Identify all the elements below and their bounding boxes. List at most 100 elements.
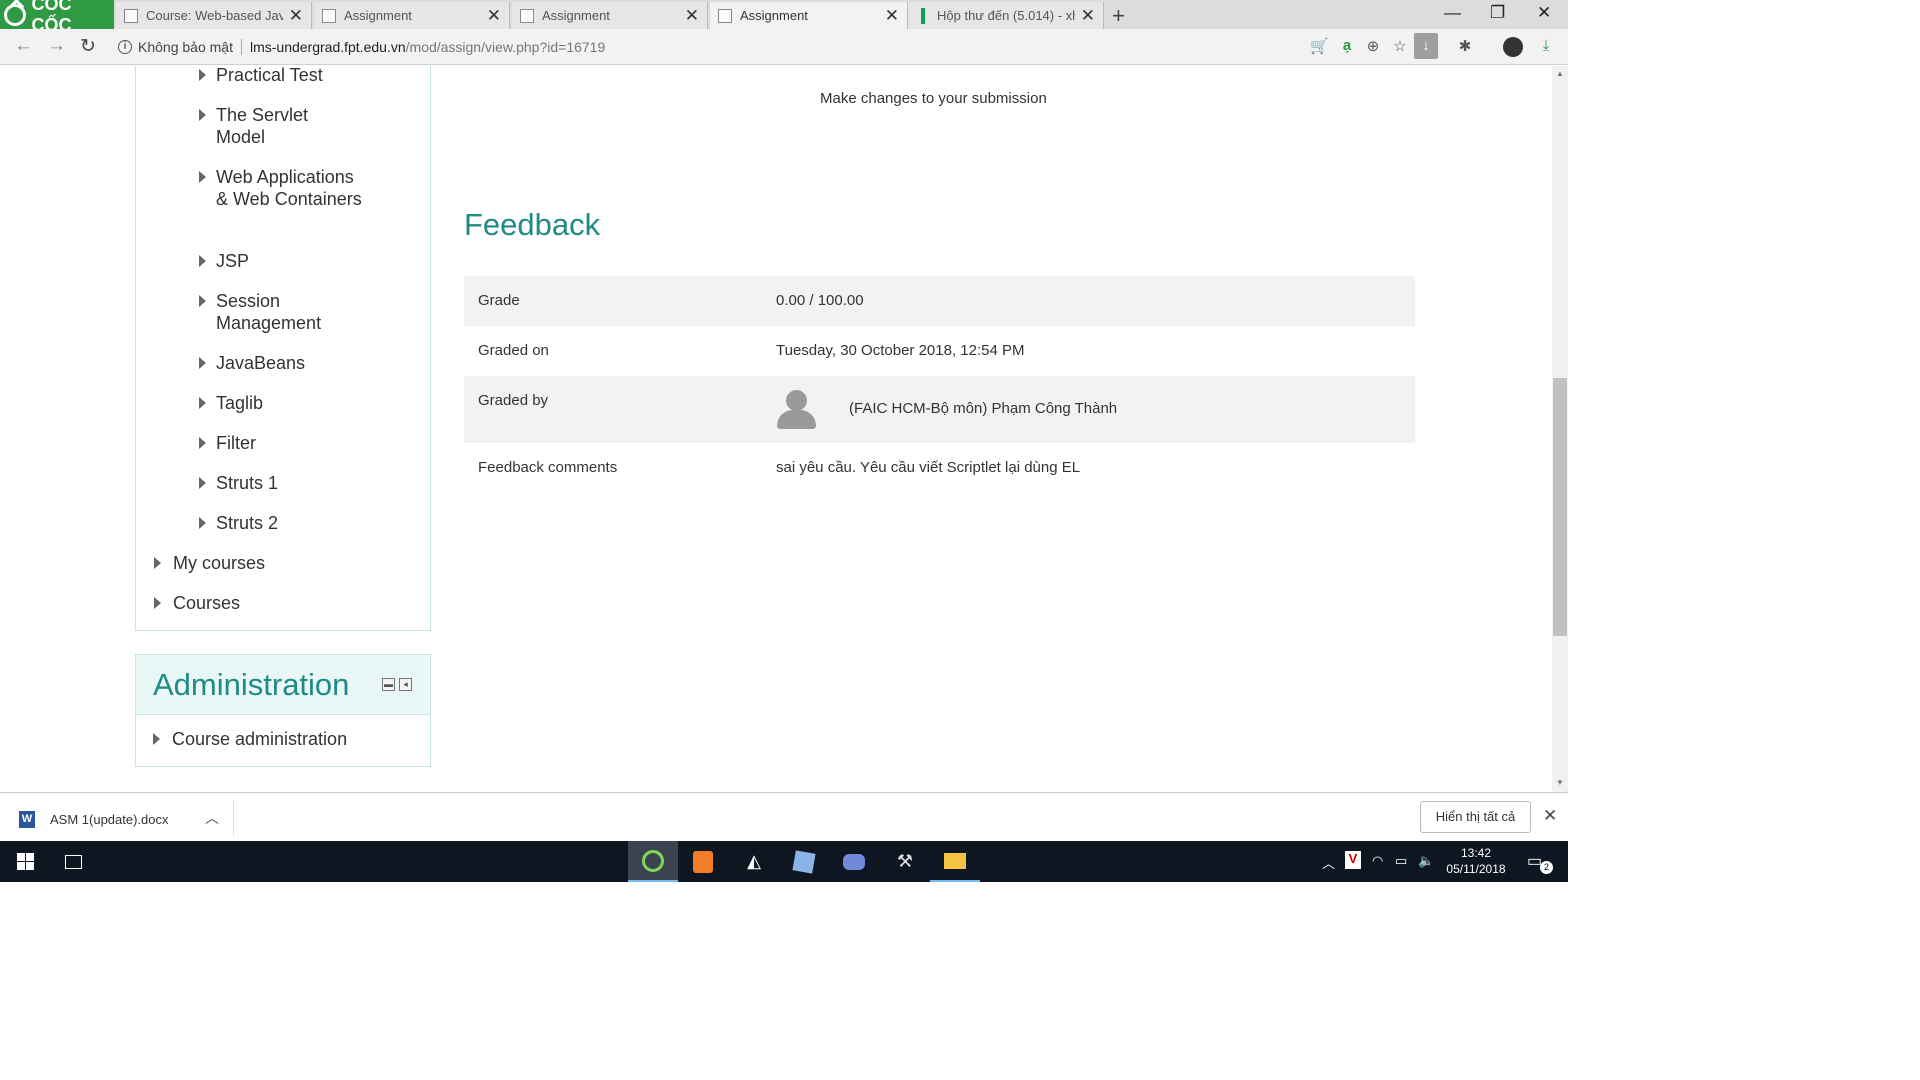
make-changes-submission-link[interactable]: Make changes to your submission <box>820 90 1047 107</box>
expand-triangle-icon[interactable] <box>199 255 206 267</box>
nav-item-label: Filter <box>216 433 256 453</box>
page-content: Practical Test The Servlet Model Web App… <box>0 66 1552 792</box>
nav-item-taglib[interactable]: Taglib <box>199 392 263 414</box>
nav-item-courses[interactable]: Courses <box>154 592 241 614</box>
download-arrow-icon[interactable]: ⤓ <box>1537 37 1555 55</box>
feedback-heading: Feedback <box>464 207 601 242</box>
navigation-block: Practical Test The Servlet Model Web App… <box>135 66 431 631</box>
nav-item-filter[interactable]: Filter <box>199 432 256 454</box>
tab-close-icon[interactable]: ✕ <box>1081 6 1095 26</box>
collapse-block-icon[interactable]: ▬ <box>382 678 395 691</box>
forward-icon[interactable]: → <box>47 35 66 57</box>
taskbar-unity-icon[interactable]: ◭ <box>729 841 779 882</box>
tray-wifi-icon[interactable]: ◠ <box>1372 853 1383 869</box>
download-manager-icon[interactable]: ↓ <box>1414 33 1438 59</box>
taskbar-tools-icon[interactable]: ⚒ <box>880 841 930 882</box>
tab-close-icon[interactable]: ✕ <box>685 6 699 26</box>
extensions-icon[interactable]: ✱ <box>1456 37 1474 55</box>
tray-battery-icon[interactable]: ▭ <box>1395 853 1407 869</box>
bookmark-star-icon[interactable]: ☆ <box>1391 37 1409 55</box>
word-document-icon: W <box>19 811 35 828</box>
taskbar-virtualbox-icon[interactable] <box>779 841 829 882</box>
nav-item-web-applications[interactable]: Web Applications & Web Containers <box>199 166 366 210</box>
task-view-icon[interactable] <box>48 841 98 882</box>
nav-item-label: Courses <box>173 593 241 613</box>
expand-triangle-icon[interactable] <box>199 357 206 369</box>
expand-triangle-icon[interactable] <box>199 397 206 409</box>
expand-triangle-icon[interactable] <box>154 597 161 609</box>
expand-triangle-icon[interactable] <box>199 517 206 529</box>
close-download-bar-icon[interactable]: ✕ <box>1543 806 1557 826</box>
tab-label: Assignment <box>740 8 808 23</box>
taskbar-file-explorer-icon[interactable] <box>930 841 980 882</box>
nav-item-struts-1[interactable]: Struts 1 <box>199 472 278 494</box>
expand-triangle-icon[interactable] <box>199 69 206 81</box>
administration-block: Administration ▬ ◂ Course administration <box>135 654 431 767</box>
nav-item-label: Struts 2 <box>216 513 279 533</box>
scroll-up-icon[interactable]: ▲ <box>1556 69 1564 78</box>
taskbar-clock[interactable]: 13:42 05/11/2018 <box>1441 845 1511 877</box>
dock-block-icon[interactable]: ◂ <box>399 678 412 691</box>
nav-item-servlet-model[interactable]: The Servlet Model <box>199 104 346 148</box>
page-scrollbar[interactable]: ▲ ▼ <box>1552 66 1568 792</box>
grade-label: Grade <box>478 292 520 309</box>
expand-triangle-icon[interactable] <box>199 437 206 449</box>
profile-avatar-icon[interactable] <box>1503 37 1523 57</box>
nav-item-session-management[interactable]: Session Management <box>199 290 346 334</box>
nav-item-course-administration[interactable]: Course administration <box>153 728 347 750</box>
scroll-down-icon[interactable]: ▼ <box>1556 778 1564 787</box>
scroll-thumb[interactable] <box>1553 378 1567 636</box>
info-icon[interactable]: i <box>118 40 132 54</box>
taskbar-sublime-icon[interactable] <box>678 841 728 882</box>
tray-chevron-up-icon[interactable]: ︿ <box>1322 853 1335 872</box>
address-bar[interactable]: i Không bảo mật lms-undergrad.fpt.edu.vn… <box>112 33 1302 61</box>
expand-triangle-icon[interactable] <box>199 171 206 183</box>
tab-assignment-2[interactable]: Assignment ✕ <box>512 2 708 29</box>
minimize-icon[interactable]: — <box>1444 3 1461 23</box>
download-item[interactable]: W ASM 1(update).docx <box>19 811 169 828</box>
start-button[interactable] <box>0 841 50 882</box>
tab-close-icon[interactable]: ✕ <box>885 6 899 26</box>
tab-course[interactable]: Course: Web-based Java ✕ <box>116 2 312 29</box>
url-path: /mod/assign/view.php?id=16719 <box>405 39 606 55</box>
tray-antivirus-icon[interactable]: V <box>1345 851 1361 869</box>
graded-by-label: Graded by <box>478 392 549 409</box>
nav-item-javabeans[interactable]: JavaBeans <box>199 352 305 374</box>
new-tab-icon[interactable]: + <box>1112 3 1125 29</box>
chevron-up-icon[interactable]: ︿ <box>205 808 219 828</box>
nav-item-label: My courses <box>173 553 266 573</box>
show-all-downloads-button[interactable]: Hiển thị tất cả <box>1420 801 1531 833</box>
nav-item-label: Session Management <box>216 291 322 333</box>
taskbar-coccoc-icon[interactable] <box>628 841 678 882</box>
nav-item-jsp[interactable]: JSP <box>199 250 249 272</box>
cart-icon[interactable]: 🛒 <box>1310 37 1329 55</box>
restore-icon[interactable]: ❐ <box>1490 3 1505 23</box>
expand-triangle-icon[interactable] <box>199 295 206 307</box>
reload-icon[interactable]: ↻ <box>80 35 96 58</box>
nav-item-my-courses[interactable]: My courses <box>154 552 266 574</box>
browser-brand-logo[interactable]: CỐC CỐC <box>0 0 114 35</box>
tab-close-icon[interactable]: ✕ <box>487 6 501 26</box>
windows-logo-icon <box>16 853 34 870</box>
expand-triangle-icon[interactable] <box>199 477 206 489</box>
close-window-icon[interactable]: ✕ <box>1537 3 1551 23</box>
tab-label: Assignment <box>542 8 610 23</box>
expand-triangle-icon[interactable] <box>153 733 160 745</box>
tab-close-icon[interactable]: ✕ <box>289 6 303 26</box>
expand-triangle-icon[interactable] <box>199 109 206 121</box>
nav-item-label: Practical Test <box>216 66 323 85</box>
back-icon[interactable]: ← <box>14 35 33 57</box>
tab-inbox[interactable]: Hộp thư đến (5.014) - xh ✕ <box>908 2 1104 29</box>
tab-assignment-1[interactable]: Assignment ✕ <box>314 2 510 29</box>
expand-triangle-icon[interactable] <box>154 557 161 569</box>
zoom-icon[interactable]: ⊕ <box>1364 37 1382 55</box>
security-label[interactable]: Không bảo mật <box>138 39 233 55</box>
vietnamese-input-icon[interactable]: ạ <box>1338 37 1356 55</box>
tray-volume-icon[interactable]: 🔈 <box>1418 853 1434 869</box>
feedback-row-comments: Feedback comments sai yêu cầu. Yêu cầu v… <box>464 443 1415 493</box>
nav-item-struts-2[interactable]: Struts 2 <box>199 512 279 534</box>
nav-item-practical-test[interactable]: Practical Test <box>199 66 323 86</box>
download-divider <box>233 801 234 836</box>
tab-assignment-active[interactable]: Assignment ✕ <box>710 2 908 29</box>
taskbar-discord-icon[interactable] <box>829 841 879 882</box>
